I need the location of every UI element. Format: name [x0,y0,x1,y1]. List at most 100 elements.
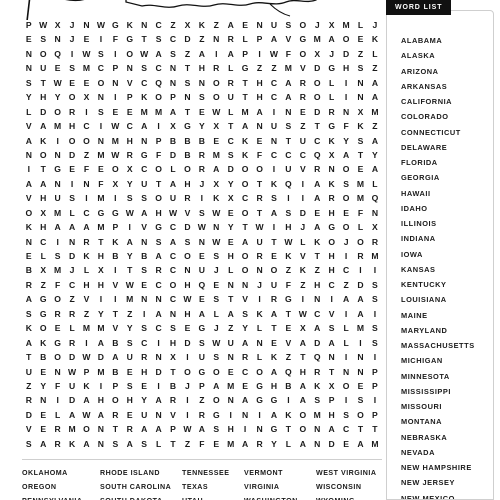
grid-cell[interactable]: G [94,206,108,220]
grid-cell[interactable]: X [109,177,123,191]
grid-cell[interactable]: O [339,220,353,234]
grid-cell[interactable]: D [181,220,195,234]
grid-cell[interactable]: C [166,32,180,46]
grid-cell[interactable]: W [80,47,94,61]
grid-cell[interactable]: Q [282,177,296,191]
grid-cell[interactable]: X [209,177,223,191]
grid-cell[interactable]: L [36,249,50,263]
grid-cell[interactable]: L [65,321,79,335]
grid-cell[interactable]: N [137,292,151,306]
grid-cell[interactable]: P [325,393,339,407]
grid-cell[interactable]: M [94,321,108,335]
grid-cell[interactable]: R [123,148,137,162]
grid-cell[interactable]: U [296,134,310,148]
grid-cell[interactable]: A [296,437,310,451]
grid-cell[interactable]: M [339,18,353,32]
grid-cell[interactable]: L [325,76,339,90]
grid-cell[interactable]: N [224,350,238,364]
grid-cell[interactable]: Z [209,18,223,32]
word-list-item[interactable]: GEORGIA [401,170,493,185]
grid-cell[interactable]: J [65,32,79,46]
word-list-item[interactable]: IDAHO [401,201,493,216]
grid-cell[interactable]: Z [282,263,296,277]
grid-cell[interactable]: I [339,249,353,263]
grid-cell[interactable]: L [354,220,368,234]
grid-cell[interactable]: D [94,350,108,364]
grid-cell[interactable]: V [109,278,123,292]
word-list-item[interactable]: VERMONT [244,466,316,480]
grid-cell[interactable]: E [109,105,123,119]
grid-cell[interactable]: U [36,61,50,75]
grid-cell[interactable]: D [181,336,195,350]
grid-cell[interactable]: O [354,408,368,422]
word-list-item[interactable]: MINNESOTA [401,369,493,384]
grid-cell[interactable]: I [94,32,108,46]
grid-cell[interactable]: H [36,191,50,205]
grid-cell[interactable]: R [238,350,252,364]
grid-cell[interactable]: C [137,162,151,176]
grid-cell[interactable]: R [22,278,36,292]
grid-cell[interactable]: P [109,61,123,75]
grid-cell[interactable]: E [238,18,252,32]
grid-cell[interactable]: S [310,393,324,407]
grid-cell[interactable]: G [137,148,151,162]
grid-cell[interactable]: A [123,437,137,451]
grid-cell[interactable]: E [195,292,209,306]
grid-cell[interactable]: A [137,206,151,220]
grid-cell[interactable]: K [36,134,50,148]
grid-cell[interactable]: S [267,191,281,205]
grid-cell[interactable]: T [224,292,238,306]
grid-cell[interactable]: A [238,235,252,249]
grid-cell[interactable]: N [253,263,267,277]
grid-cell[interactable]: E [339,437,353,451]
grid-cell[interactable]: N [137,235,151,249]
grid-cell[interactable]: R [224,76,238,90]
word-list-item[interactable]: MISSOURI [401,399,493,414]
grid-cell[interactable]: H [94,393,108,407]
grid-cell[interactable]: M [224,437,238,451]
grid-cell[interactable]: M [94,148,108,162]
grid-cell[interactable]: K [22,321,36,335]
word-list-item[interactable]: TENNESSEE [182,466,244,480]
grid-cell[interactable]: I [109,191,123,205]
grid-cell[interactable]: A [339,292,353,306]
grid-cell[interactable]: C [152,61,166,75]
grid-cell[interactable]: X [296,321,310,335]
grid-cell[interactable]: U [51,191,65,205]
grid-cell[interactable]: Z [368,119,382,133]
grid-cell[interactable]: W [94,18,108,32]
grid-cell[interactable]: I [181,393,195,407]
grid-cell[interactable]: E [310,206,324,220]
grid-cell[interactable]: C [310,134,324,148]
word-list-item[interactable]: NEW JERSEY [401,475,493,490]
grid-cell[interactable]: K [310,235,324,249]
grid-cell[interactable]: E [296,105,310,119]
grid-cell[interactable]: T [310,249,324,263]
grid-cell[interactable]: N [22,61,36,75]
grid-cell[interactable]: G [181,119,195,133]
grid-cell[interactable]: X [224,191,238,205]
grid-cell[interactable]: S [65,191,79,205]
grid-cell[interactable]: T [368,422,382,436]
grid-cell[interactable]: K [282,408,296,422]
grid-cell[interactable]: I [109,263,123,277]
grid-cell[interactable]: I [94,119,108,133]
grid-cell[interactable]: N [224,278,238,292]
grid-cell[interactable]: A [80,437,94,451]
grid-cell[interactable]: T [354,148,368,162]
grid-cell[interactable]: I [195,191,209,205]
grid-cell[interactable]: D [310,336,324,350]
grid-cell[interactable]: P [238,47,252,61]
grid-cell[interactable]: E [354,162,368,176]
grid-cell[interactable]: N [368,206,382,220]
grid-cell[interactable]: Y [51,90,65,104]
grid-cell[interactable]: G [51,336,65,350]
grid-cell[interactable]: I [51,235,65,249]
grid-cell[interactable]: U [282,162,296,176]
grid-cell[interactable]: X [80,90,94,104]
grid-cell[interactable]: E [339,206,353,220]
grid-cell[interactable]: N [181,90,195,104]
grid-cell[interactable]: K [296,263,310,277]
grid-cell[interactable]: A [238,119,252,133]
grid-cell[interactable]: H [181,177,195,191]
